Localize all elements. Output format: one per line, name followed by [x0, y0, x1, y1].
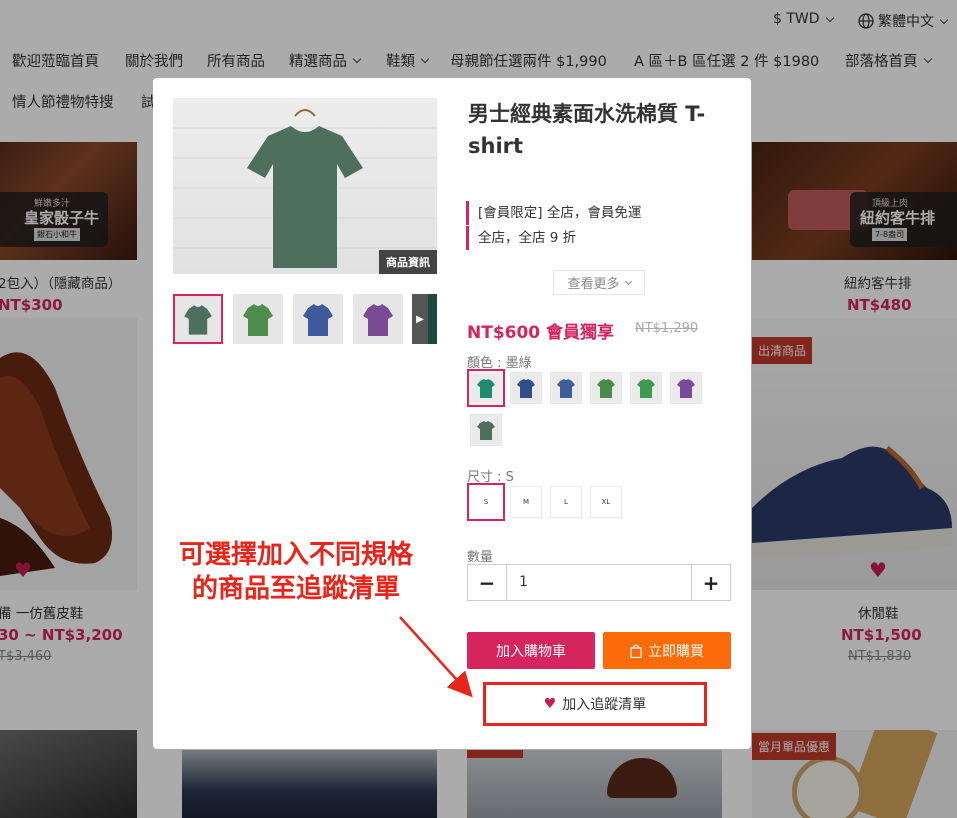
annotation-arrow	[399, 616, 473, 698]
